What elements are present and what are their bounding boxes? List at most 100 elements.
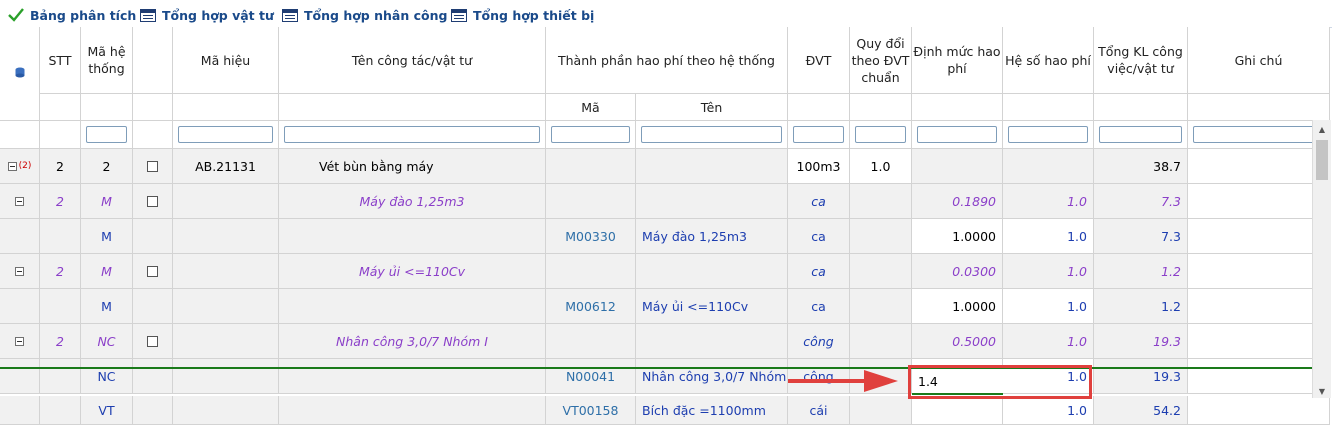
table-icon: [451, 8, 467, 22]
ma-he-thong-cell: NC: [81, 324, 133, 359]
tong-hop-nhan-cong-button[interactable]: Tổng hợp nhân công: [282, 7, 447, 23]
ma-hieu-cell: [173, 396, 279, 425]
collapse-icon[interactable]: [15, 336, 24, 346]
bang-phan-tich-button[interactable]: Bảng phân tích: [8, 7, 136, 23]
collapse-icon[interactable]: [15, 196, 24, 206]
checkbox-cell[interactable]: [133, 184, 173, 219]
header-ten_cong_tac: Tên công tác/vật tư: [279, 27, 546, 94]
filter-cell: [912, 121, 1003, 149]
tong-kl-value: 7.3: [1161, 193, 1181, 209]
filter-input[interactable]: [641, 126, 782, 143]
checkbox-cell[interactable]: [133, 149, 173, 184]
filter-cell: [173, 121, 279, 149]
ma-he-thong-value: 2: [102, 158, 111, 174]
ma-vat-tu-value: N00041: [565, 368, 616, 384]
vertical-scrollbar[interactable]: ▲ ▼: [1312, 120, 1331, 398]
dinh-muc-value: 1.0000: [952, 228, 996, 244]
ma-he-thong-cell: NC: [81, 359, 133, 394]
stt-cell: 2: [40, 254, 81, 289]
dvt-value: công: [803, 333, 834, 349]
filter-input[interactable]: [917, 126, 997, 143]
tong-kl-cell: 38.7: [1094, 149, 1188, 184]
filter-input[interactable]: [551, 126, 630, 143]
checkbox-cell[interactable]: [133, 254, 173, 289]
dinh-muc-cell[interactable]: 1.0000: [912, 289, 1003, 324]
header-dvt-label: ĐVT: [805, 52, 832, 68]
header-ghi_chu: Ghi chú: [1188, 27, 1330, 94]
scroll-down-icon[interactable]: ▼: [1313, 384, 1331, 398]
ghi-chu-cell[interactable]: [1188, 289, 1330, 324]
quy-doi-cell: [850, 324, 912, 359]
dinh-muc-cell: 0.0300: [912, 254, 1003, 289]
row-checkbox[interactable]: [147, 265, 158, 277]
dinh-muc-editor[interactable]: 1.4: [912, 369, 1003, 395]
ma-he-thong-cell: 2: [81, 149, 133, 184]
filter-input[interactable]: [1099, 126, 1182, 143]
ghi-chu-cell[interactable]: [1188, 359, 1330, 394]
ma-vat-tu-cell: [546, 254, 636, 289]
tong-hop-thiet-bi-label: Tổng hợp thiết bị: [473, 7, 595, 23]
he-so-cell[interactable]: 1.0: [1003, 289, 1094, 324]
ma-he-thong-cell: M: [81, 289, 133, 324]
ma-vat-tu-cell: VT00158: [546, 396, 636, 425]
subheader-ma-label: Mã: [581, 99, 600, 115]
row-checkbox[interactable]: [147, 335, 158, 347]
ghi-chu-cell[interactable]: [1188, 219, 1330, 254]
tong-kl-value: 7.3: [1161, 228, 1181, 244]
filter-input[interactable]: [178, 126, 273, 143]
ma-he-thong-value: M: [101, 298, 112, 314]
filter-input[interactable]: [855, 126, 906, 143]
ghi-chu-cell[interactable]: [1188, 149, 1330, 184]
filter-input[interactable]: [793, 126, 844, 143]
filter-input[interactable]: [86, 126, 127, 143]
ten-cong-tac-cell: [279, 359, 546, 394]
tong-hop-thiet-bi-button[interactable]: Tổng hợp thiết bị: [451, 7, 594, 23]
header-dinh_muc-label: Định mức hao phí: [913, 44, 1001, 76]
header-dinh_muc: Định mức hao phí: [912, 27, 1003, 94]
stt-cell: [40, 219, 81, 254]
checkbox-cell[interactable]: [133, 324, 173, 359]
dvt-cell: ca: [788, 289, 850, 324]
ten-vat-tu-cell: Nhân công 3,0/7 Nhóm I: [636, 359, 788, 394]
filter-cell: [81, 121, 133, 149]
dinh-muc-cell[interactable]: 1.0000: [912, 219, 1003, 254]
collapse-icon[interactable]: [7, 161, 17, 171]
expand-cell[interactable]: [0, 184, 40, 219]
tong-hop-vat-tu-button[interactable]: Tổng hợp vật tư: [140, 7, 274, 23]
ten-vat-tu-value: Máy ủi <=110Cv: [642, 298, 749, 314]
ghi-chu-cell[interactable]: [1188, 254, 1330, 289]
ten-vat-tu-cell: [636, 184, 788, 219]
checkbox-cell: [133, 219, 173, 254]
expand-cell[interactable]: [0, 324, 40, 359]
ma-he-thong-cell: M: [81, 184, 133, 219]
header-tong_kl-label: Tổng KL công việc/vật tư: [1098, 44, 1183, 76]
expand-cell[interactable]: [0, 254, 40, 289]
filter-input[interactable]: [1193, 126, 1324, 143]
ten-cong-tac-cell: Máy đào 1,25m3: [279, 184, 546, 219]
database-icon[interactable]: [15, 65, 25, 82]
scroll-up-icon[interactable]: ▲: [1313, 122, 1331, 136]
he-so-cell[interactable]: 1.0: [1003, 219, 1094, 254]
filter-input[interactable]: [284, 126, 540, 143]
he-so-cell[interactable]: 1.0: [1003, 396, 1094, 425]
ma-he-thong-value: NC: [97, 368, 116, 384]
dinh-muc-cell: 0.5000: [912, 324, 1003, 359]
select-all-header[interactable]: [0, 27, 40, 121]
ghi-chu-cell[interactable]: [1188, 396, 1330, 425]
collapse-icon[interactable]: [15, 266, 24, 276]
ghi-chu-cell[interactable]: [1188, 324, 1330, 359]
filter-cell: [546, 121, 636, 149]
ma-he-thong-value: M: [101, 193, 112, 209]
row-checkbox[interactable]: [147, 195, 158, 207]
expand-cell[interactable]: (2): [0, 149, 40, 184]
ghi-chu-cell[interactable]: [1188, 184, 1330, 219]
scroll-thumb[interactable]: [1316, 140, 1328, 180]
row-checkbox[interactable]: [147, 160, 158, 172]
dvt-cell: cái: [788, 396, 850, 425]
quy-doi-cell[interactable]: 1.0: [850, 149, 912, 184]
stt-cell: 2: [40, 184, 81, 219]
dinh-muc-cell[interactable]: [912, 396, 1003, 425]
stt-value: 2: [56, 193, 64, 209]
filter-cell: [1094, 121, 1188, 149]
filter-input[interactable]: [1008, 126, 1088, 143]
